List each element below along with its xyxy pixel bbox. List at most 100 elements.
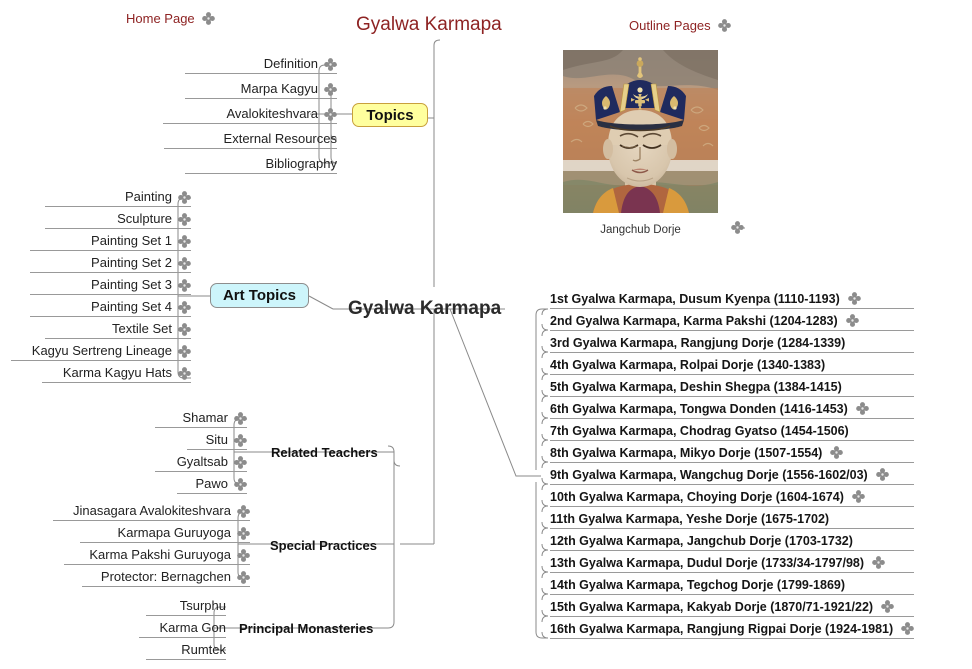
leaf-painting[interactable]: Painting [45,189,191,207]
clover-icon[interactable] [178,344,191,358]
branch-node-art-topics[interactable]: Art Topics [210,283,309,308]
clover-icon[interactable] [237,504,250,518]
leaf-painting-set-4[interactable]: Painting Set 4 [30,299,191,317]
jangchub-dorje-thangka-image[interactable] [563,50,718,213]
leaf-marpa-kagyu[interactable]: Marpa Kagyu [185,81,337,99]
karmapa-row-3[interactable]: 3rd Gyalwa Karmapa, Rangjung Dorje (1284… [550,334,915,353]
karmapa-row-11[interactable]: 11th Gyalwa Karmapa, Yeshe Dorje (1675-1… [550,510,915,529]
karmapa-row-6[interactable]: 6th Gyalwa Karmapa, Tongwa Donden (1416-… [550,400,915,419]
clover-icon[interactable] [830,446,844,459]
leaf-bibliography[interactable]: Bibliography [185,156,337,174]
clover-icon[interactable] [901,622,915,635]
leaf-avalokiteshvara[interactable]: Avalokiteshvara [163,106,337,124]
clover-icon[interactable] [845,314,859,327]
clover-icon[interactable] [324,107,337,121]
clover-icon[interactable] [855,402,869,415]
clover-icon[interactable] [237,570,250,584]
leaf-sculpture[interactable]: Sculpture [45,211,191,229]
clover-icon[interactable] [178,322,191,336]
clover-icon[interactable] [717,19,731,32]
leaf-rumtek[interactable]: Rumtek [146,642,226,660]
clover-icon[interactable] [234,411,247,425]
clover-icon[interactable] [234,433,247,447]
karmapa-row-label: 4th Gyalwa Karmapa, Rolpai Dorje (1340-1… [550,357,826,372]
branch-node-special-practices[interactable]: Special Practices [270,538,377,553]
leaf-karma-gon[interactable]: Karma Gon [139,620,226,638]
karmapa-row-4[interactable]: 4th Gyalwa Karmapa, Rolpai Dorje (1340-1… [550,356,915,375]
leaf-label: Painting Set 1 [91,233,172,248]
karmapa-row-12[interactable]: 12th Gyalwa Karmapa, Jangchub Dorje (170… [550,532,915,551]
clover-icon[interactable] [324,82,337,96]
leaf-label: Karma Pakshi Guruyoga [89,547,231,562]
leaf-painting-set-3[interactable]: Painting Set 3 [30,277,191,295]
leaf-gyaltsab[interactable]: Gyaltsab [155,454,247,472]
leaf-karma-pakshi-guruyoga[interactable]: Karma Pakshi Guruyoga [64,547,250,565]
leaf-textile-set[interactable]: Textile Set [45,321,191,339]
branch-node-principal-monasteries[interactable]: Principal Monasteries [239,621,373,636]
leaf-label: Definition [263,56,318,71]
clover-icon[interactable] [237,526,250,540]
outline-pages-link[interactable]: Outline Pages [629,18,731,33]
clover-icon[interactable] [178,366,191,380]
karmapa-row-8[interactable]: 8th Gyalwa Karmapa, Mikyo Dorje (1507-15… [550,444,915,463]
image-node[interactable]: Jangchub Dorje [563,50,718,236]
leaf-definition[interactable]: Definition [185,56,337,74]
clover-icon[interactable] [178,256,191,270]
karmapa-list: 1st Gyalwa Karmapa, Dusum Kyenpa (1110-1… [550,290,915,639]
karmapa-row-label: 3rd Gyalwa Karmapa, Rangjung Dorje (1284… [550,335,846,350]
karmapa-row-10[interactable]: 10th Gyalwa Karmapa, Choying Dorje (1604… [550,488,915,507]
leaf-tsurphu[interactable]: Tsurphu [146,598,226,616]
clover-icon[interactable] [324,57,337,71]
leaf-painting-set-2[interactable]: Painting Set 2 [30,255,191,273]
leaf-label: Gyaltsab [176,454,228,469]
clover-icon[interactable] [872,556,885,569]
leaf-label: Bibliography [265,156,337,171]
leaf-situ[interactable]: Situ [187,432,247,450]
leaf-kagyu-sertreng-lineage[interactable]: Kagyu Sertreng Lineage [11,343,191,361]
leaf-external-resources[interactable]: External Resources [164,131,337,149]
karmapa-row-1[interactable]: 1st Gyalwa Karmapa, Dusum Kyenpa (1110-1… [550,290,915,309]
branch-node-related-teachers[interactable]: Related Teachers [271,445,378,460]
leaf-label: Shamar [182,410,228,425]
clover-icon[interactable] [178,190,191,204]
clover-icon[interactable] [237,548,250,562]
karmapa-row-15[interactable]: 15th Gyalwa Karmapa, Kakyab Dorje (1870/… [550,598,915,617]
karmapa-row-5[interactable]: 5th Gyalwa Karmapa, Deshin Shegpa (1384-… [550,378,915,397]
karmapa-row-14[interactable]: 14th Gyalwa Karmapa, Tegchog Dorje (1799… [550,576,915,595]
leaf-painting-set-1[interactable]: Painting Set 1 [30,233,191,251]
leaf-jinasagara-avalokiteshvara[interactable]: Jinasagara Avalokiteshvara [53,503,250,521]
clover-icon[interactable] [201,12,215,25]
karmapa-row-7[interactable]: 7th Gyalwa Karmapa, Chodrag Gyatso (1454… [550,422,915,441]
leaf-protector-bernagchen[interactable]: Protector: Bernagchen [82,569,250,587]
branch-node-topics[interactable]: Topics [352,103,428,127]
karmapa-row-16[interactable]: 16th Gyalwa Karmapa, Rangjung Rigpai Dor… [550,620,915,639]
leaf-karma-kagyu-hats[interactable]: Karma Kagyu Hats [42,365,191,383]
clover-icon[interactable] [731,221,744,234]
clover-icon[interactable] [881,600,894,613]
karmapa-row-label: 5th Gyalwa Karmapa, Deshin Shegpa (1384-… [550,379,842,394]
karmapa-row-label: 10th Gyalwa Karmapa, Choying Dorje (1604… [550,489,844,504]
clover-icon[interactable] [178,278,191,292]
clover-icon[interactable] [234,477,247,491]
leaf-label: Marpa Kagyu [240,81,318,96]
karmapa-row-13[interactable]: 13th Gyalwa Karmapa, Dudul Dorje (1733/3… [550,554,915,573]
leaf-shamar[interactable]: Shamar [155,410,247,428]
leaf-karmapa-guruyoga[interactable]: Karmapa Guruyoga [80,525,250,543]
principal-monasteries-children: Tsurphu Karma Gon Rumtek [139,598,226,660]
clover-icon[interactable] [178,212,191,226]
karmapa-row-label: 7th Gyalwa Karmapa, Chodrag Gyatso (1454… [550,423,849,438]
karmapa-row-label: 8th Gyalwa Karmapa, Mikyo Dorje (1507-15… [550,445,823,460]
clover-icon[interactable] [847,292,861,305]
root-node[interactable]: Gyalwa Karmapa [348,298,501,320]
clover-icon[interactable] [178,234,191,248]
karmapa-row-9[interactable]: 9th Gyalwa Karmapa, Wangchug Dorje (1556… [550,466,915,485]
karmapa-row-2[interactable]: 2nd Gyalwa Karmapa, Karma Pakshi (1204-1… [550,312,915,331]
clover-icon[interactable] [852,490,865,503]
clover-icon[interactable] [875,468,889,481]
leaf-label: Textile Set [112,321,172,336]
clover-icon[interactable] [234,455,247,469]
art-topics-children: Painting Sculpture Painting Set 1 Painti… [11,189,191,383]
home-page-link[interactable]: Home Page [126,11,215,26]
leaf-pawo[interactable]: Pawo [177,476,247,494]
clover-icon[interactable] [178,300,191,314]
